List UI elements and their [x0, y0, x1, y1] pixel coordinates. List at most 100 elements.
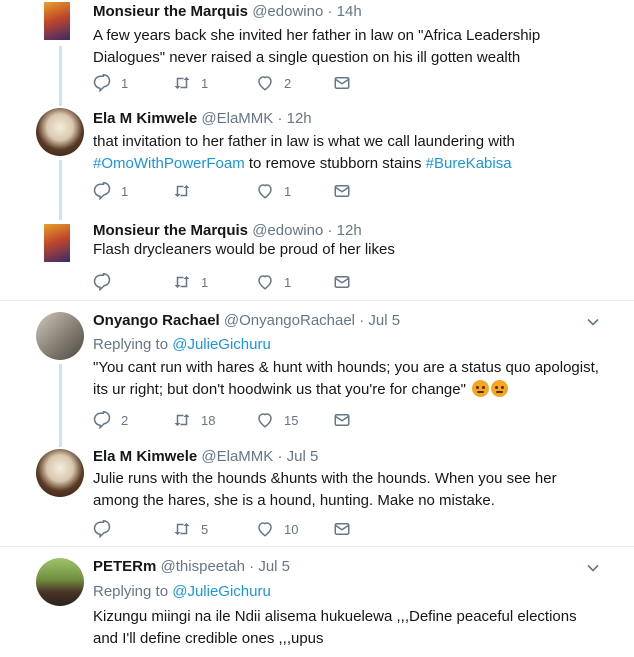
retweet-icon	[173, 520, 191, 538]
author-name[interactable]: Monsieur the Marquis	[93, 222, 248, 239]
retweet-icon	[173, 273, 191, 291]
like-button[interactable]: 15	[256, 410, 298, 430]
tweet-text: Kizungu miingi na ile Ndii alisema hukue…	[93, 608, 577, 647]
reply-button[interactable]: 1	[93, 73, 128, 93]
reply-icon	[93, 411, 111, 429]
retweet-button[interactable]: 18	[173, 410, 215, 430]
like-button[interactable]: 2	[256, 73, 291, 93]
reply-button[interactable]: 1	[93, 181, 128, 201]
dm-icon	[333, 520, 351, 538]
like-icon	[256, 273, 274, 291]
angry-face-icon	[491, 380, 509, 397]
reply-count: 1	[121, 75, 129, 91]
retweet-count: 1	[201, 274, 209, 290]
like-button[interactable]: 1	[256, 181, 291, 201]
timestamp[interactable]: 12h	[287, 110, 312, 127]
avatar[interactable]	[36, 108, 84, 156]
separator-dot: ·	[277, 110, 283, 127]
author-handle[interactable]: @thispeetah	[161, 558, 245, 575]
reply-icon	[93, 273, 111, 291]
timestamp[interactable]: 14h	[337, 3, 362, 20]
like-button[interactable]: 10	[256, 519, 298, 539]
author-name[interactable]: PETERm	[93, 558, 156, 575]
dm-button[interactable]	[333, 181, 361, 201]
chevron-down-icon[interactable]	[586, 315, 600, 329]
tweet-1[interactable]: Monsieur the Marquis @edowino · 14h A fe…	[0, 0, 634, 98]
retweet-count: 5	[201, 521, 209, 537]
reply-button[interactable]: 2	[93, 410, 128, 430]
reply-button[interactable]	[93, 519, 121, 539]
tweet-actions: 5 10	[93, 519, 393, 539]
tweet-header: Monsieur the Marquis @edowino · 14h	[93, 3, 362, 20]
hashtag-link[interactable]: #BureKabisa	[426, 155, 512, 172]
author-handle[interactable]: @ElaMMK	[201, 110, 273, 127]
retweet-button[interactable]: 1	[173, 272, 208, 292]
dm-icon	[333, 74, 351, 92]
tweet-6[interactable]: PETERm @thispeetah · Jul 5 Replying to @…	[0, 547, 634, 657]
author-handle[interactable]: @edowino	[252, 3, 323, 20]
like-count: 1	[284, 183, 292, 199]
thread-line	[59, 98, 62, 106]
retweet-button[interactable]: 1	[173, 73, 208, 93]
tweet-text: A few years back she invited her father …	[93, 27, 541, 66]
like-icon	[256, 74, 274, 92]
retweet-icon	[173, 74, 191, 92]
author-handle[interactable]: @OnyangoRachael	[224, 312, 355, 329]
separator-dot: ·	[277, 448, 283, 465]
author-name[interactable]: Monsieur the Marquis	[93, 3, 248, 20]
thread-line	[59, 441, 62, 447]
avatar[interactable]	[44, 224, 70, 262]
avatar[interactable]	[36, 558, 84, 606]
like-count: 1	[284, 274, 292, 290]
dm-button[interactable]	[333, 410, 361, 430]
separator-dot: ·	[249, 558, 255, 575]
like-button[interactable]: 1	[256, 272, 291, 292]
dm-icon	[333, 273, 351, 291]
like-icon	[256, 182, 274, 200]
reply-count: 1	[121, 183, 129, 199]
tweet-header: PETERm @thispeetah · Jul 5	[93, 558, 290, 575]
author-name[interactable]: Onyango Rachael	[93, 312, 220, 329]
dm-button[interactable]	[333, 519, 361, 539]
retweet-button[interactable]: 5	[173, 519, 208, 539]
tweet-text-part: to remove stubborn stains	[248, 155, 422, 172]
like-icon	[256, 520, 274, 538]
reply-icon	[93, 520, 111, 538]
chevron-down-icon[interactable]	[586, 561, 600, 575]
tweet-5[interactable]: Ela M Kimwele @ElaMMK · Jul 5 Julie runs…	[0, 441, 634, 546]
tweet-header: Ela M Kimwele @ElaMMK · 12h	[93, 110, 312, 127]
avatar[interactable]	[44, 2, 70, 40]
like-count: 10	[284, 521, 299, 537]
author-handle[interactable]: @edowino	[252, 222, 323, 239]
replying-to-link[interactable]: @JulieGichuru	[172, 336, 271, 353]
tweet-header: Ela M Kimwele @ElaMMK · Jul 5	[93, 448, 318, 465]
timestamp[interactable]: Jul 5	[258, 558, 290, 575]
separator-dot: ·	[327, 3, 333, 20]
dm-button[interactable]	[333, 272, 361, 292]
tweet-header: Onyango Rachael @OnyangoRachael · Jul 5	[93, 312, 400, 329]
replying-to-link[interactable]: @JulieGichuru	[172, 583, 271, 600]
avatar[interactable]	[36, 449, 84, 497]
author-name[interactable]: Ela M Kimwele	[93, 448, 197, 465]
timestamp[interactable]: 12h	[337, 222, 362, 239]
dm-button[interactable]	[333, 73, 361, 93]
replying-label: Replying to	[93, 583, 169, 600]
reply-button[interactable]	[93, 272, 121, 292]
author-name[interactable]: Ela M Kimwele	[93, 110, 197, 127]
hashtag-link[interactable]: #OmoWithPowerFoam	[93, 155, 245, 172]
avatar[interactable]	[36, 312, 84, 360]
author-handle[interactable]: @ElaMMK	[201, 448, 273, 465]
retweet-icon	[173, 411, 191, 429]
tweet-4[interactable]: Onyango Rachael @OnyangoRachael · Jul 5 …	[0, 301, 634, 441]
tweet-actions: 1 1	[93, 272, 393, 292]
timestamp[interactable]: Jul 5	[368, 312, 400, 329]
like-icon	[256, 411, 274, 429]
separator-dot: ·	[327, 222, 333, 239]
tweet-2[interactable]: Ela M Kimwele @ElaMMK · 12h that invitat…	[0, 98, 634, 210]
tweet-actions: 1 1 2	[93, 73, 393, 93]
tweet-header: Monsieur the Marquis @edowino · 12h	[93, 222, 362, 239]
retweet-button[interactable]	[173, 181, 201, 201]
thread-line	[59, 160, 62, 210]
timestamp[interactable]: Jul 5	[287, 448, 319, 465]
tweet-3[interactable]: Monsieur the Marquis @edowino · 12h Flas…	[0, 210, 634, 300]
